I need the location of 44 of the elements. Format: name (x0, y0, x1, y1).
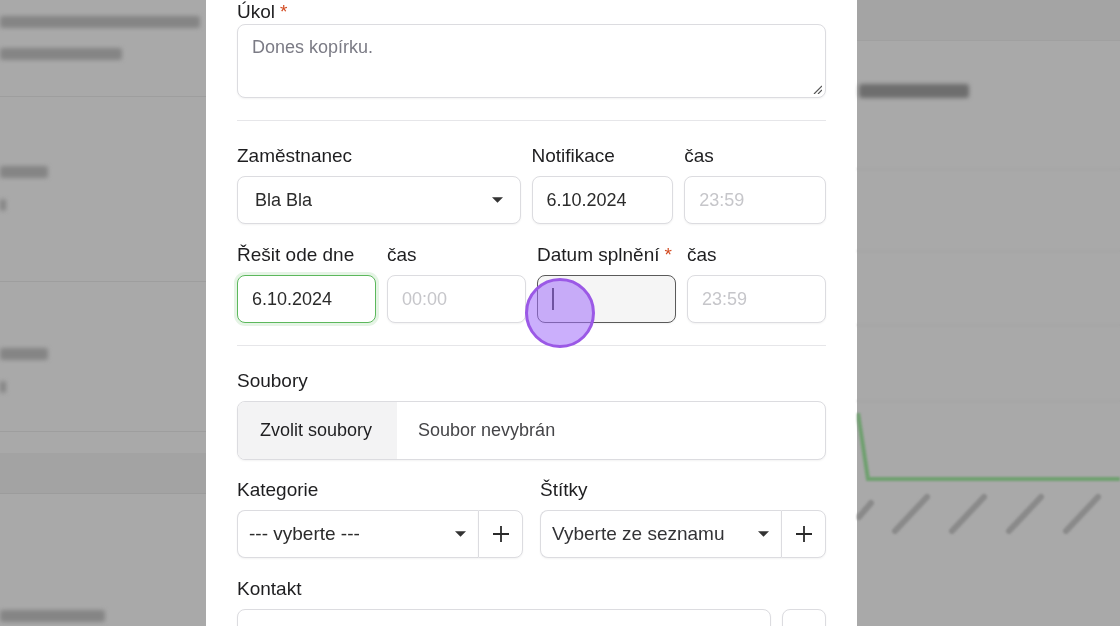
caret-icon (491, 197, 503, 203)
date-input[interactable] (537, 275, 676, 323)
field-label: čas (687, 244, 717, 266)
field-label: Úkol (237, 1, 275, 23)
dropdown[interactable]: Vyberte ze seznamu (540, 510, 781, 558)
resize-handle-icon[interactable] (812, 84, 822, 94)
caret-icon (455, 531, 466, 537)
time-input[interactable]: 23:59 (687, 275, 826, 323)
add-button[interactable] (781, 510, 826, 558)
field-label: Štítky (540, 479, 588, 501)
blurred-axis-label (1063, 494, 1101, 534)
date-input[interactable]: 6.10.2024 (237, 275, 376, 323)
required-mark: * (280, 1, 288, 23)
dropdown[interactable]: --- vyberte --- (237, 510, 478, 558)
blurred-text (0, 166, 48, 178)
dropdown[interactable]: Bla Bla (237, 176, 521, 224)
field-label: čas (684, 145, 714, 167)
choose-files-button[interactable]: Zvolit soubory (238, 402, 398, 459)
field-label: čas (387, 244, 417, 266)
blurred-axis-label (1006, 494, 1044, 534)
task-textarea[interactable]: Dones kopírku. (237, 24, 826, 98)
time-input[interactable]: 00:00 (387, 275, 526, 323)
blurred-text (0, 199, 6, 211)
date-input[interactable]: 6.10.2024 (531, 176, 674, 224)
blurred-text (0, 348, 48, 360)
blurred-axis-label (949, 494, 987, 534)
caret-icon (758, 531, 769, 537)
field-label: Zaměstnanec (237, 145, 353, 167)
time-input[interactable]: 23:59 (684, 176, 826, 224)
field-label: Řešit ode dne (237, 244, 355, 266)
file-input[interactable]: Zvolit soubory Soubor nevybrán (237, 401, 826, 460)
plus-icon (492, 526, 509, 542)
field-label: Notifikace (531, 145, 615, 167)
field-label: Soubory (237, 370, 308, 392)
field-label: Datum splnění (537, 244, 660, 266)
plus-icon (795, 526, 812, 542)
field-label: Kategorie (237, 479, 319, 501)
add-button[interactable] (478, 510, 523, 558)
field-label: Kontakt (237, 578, 302, 600)
file-status-text: Soubor nevybrán (417, 420, 556, 441)
blurred-text (0, 381, 6, 393)
blurred-axis-label (892, 494, 930, 534)
blurred-axis-label (857, 500, 874, 520)
required-mark: * (664, 244, 672, 266)
